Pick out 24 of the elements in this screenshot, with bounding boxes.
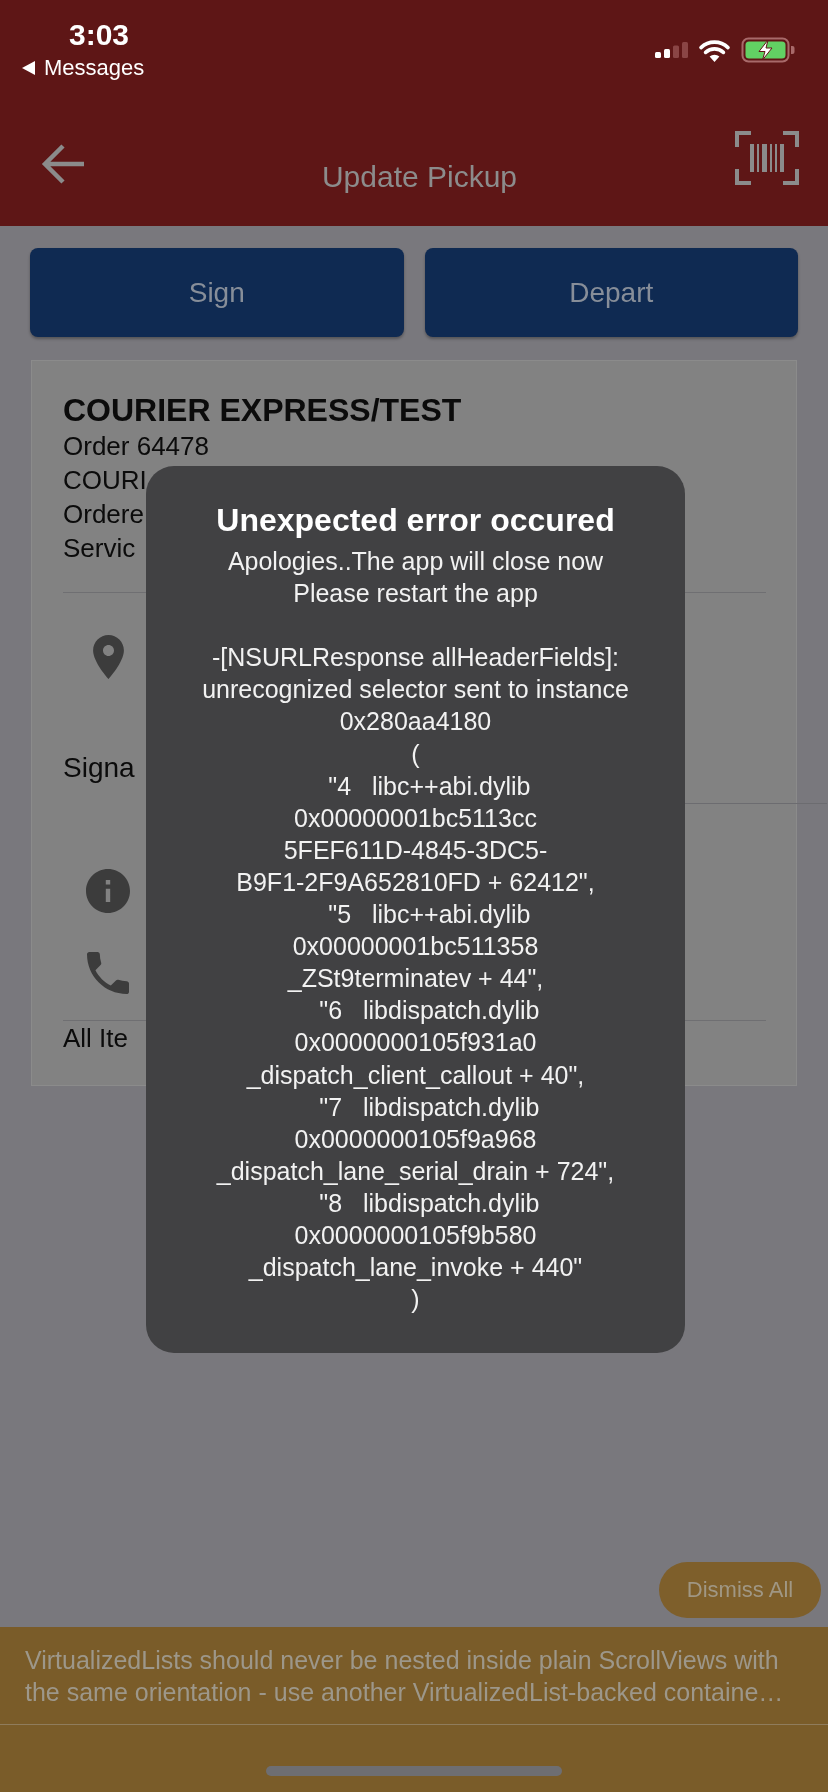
back-triangle-icon	[22, 61, 35, 75]
error-title: Unexpected error occured	[216, 501, 615, 540]
action-button[interactable]: Sign	[30, 248, 404, 337]
card-text-line: COURI	[63, 464, 147, 497]
action-button[interactable]: Depart	[424, 248, 798, 337]
screen-title: Update Pickup	[321, 159, 518, 195]
items-label: All Ite	[63, 1022, 129, 1055]
back-arrow-icon[interactable]	[40, 143, 84, 185]
wifi-icon	[698, 38, 731, 62]
error-message: Apologies..The app will close now Please restart the app -[NSURLResponse allHeaderFields]: unrecognized selector sent to instance 0x280aa4180 ( "4 libc++abi.dylib 0x00000001bc5113cc 5FEF611D-4845-3DC5- B9F1-2F9A652810FD + 62412", "5 libc++abi.dylib 0x00000001bc511358 _ZSt9terminatev + 44", "6 libdispatch.dylib 0x0000000105f931a0 _dispatch_client_callout + 40", "7 libdispatch.dylib 0x0000000105f9a968 _dispatch_lane_serial_drain + 724", "8 libdispatch.dylib 0x0000000105f9b580 _dispatch_lane_invoke + 440" )	[202, 546, 629, 1316]
card-text-line: Ordere	[63, 498, 144, 531]
barcode-scan-icon[interactable]	[735, 131, 799, 185]
status-time: 3:03	[69, 17, 130, 53]
signal-icon	[655, 42, 688, 58]
phone-icon	[87, 952, 129, 994]
location-pin-icon	[92, 635, 124, 679]
card-text-line: Order 64478	[63, 430, 209, 463]
card-text-line: Servic	[63, 532, 136, 565]
card-title: COURIER EXPRESS/TEST	[63, 391, 463, 429]
info-icon	[86, 869, 130, 913]
section-label: Signa	[63, 752, 135, 784]
warning-message: VirtualizedLists should never be nested inside plain ScrollViews with the same orientation - use another VirtualizedList-backed containe…	[25, 1645, 785, 1708]
back-to-app-link[interactable]: Messages	[22, 56, 145, 80]
battery-charging-icon	[741, 37, 795, 63]
